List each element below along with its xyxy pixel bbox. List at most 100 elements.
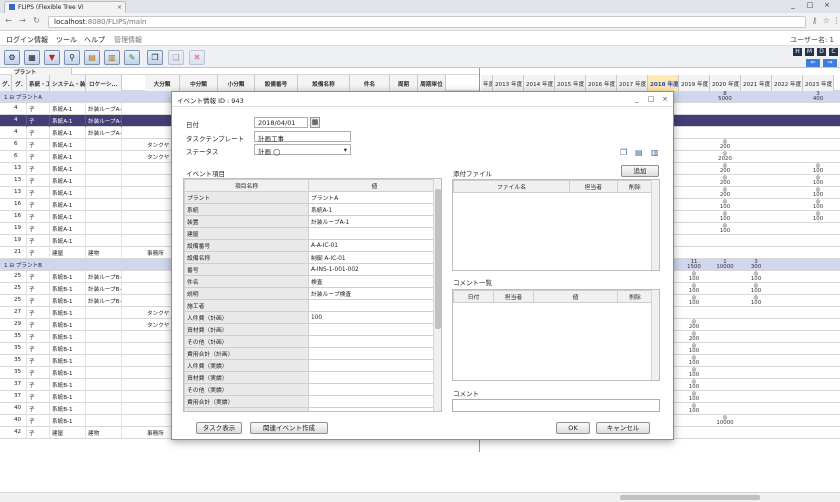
dialog-maximize-icon[interactable]: □ <box>646 95 656 103</box>
event-item-value[interactable] <box>308 407 441 411</box>
year-value[interactable]: 1 10000 <box>710 259 740 270</box>
comments-scrollbar[interactable] <box>651 290 659 380</box>
year-value[interactable]: ◎ 100 <box>741 295 771 306</box>
menu-login[interactable]: ログイン情報 <box>6 35 48 45</box>
event-item-row[interactable]: 番号 A-INS-1-001-002 <box>184 263 441 276</box>
event-item-row[interactable]: 装置 計装ループA-1 <box>184 215 441 228</box>
event-item-value[interactable]: A-INS-1-001-002 <box>308 263 441 276</box>
add-file-button[interactable]: 追加 <box>621 165 659 177</box>
year-value[interactable]: ◎ 200 <box>710 139 740 150</box>
dialog-minimize-icon[interactable]: _ <box>632 95 642 103</box>
event-item-value[interactable] <box>308 371 441 384</box>
horizontal-scroll-thumb[interactable] <box>620 495 760 500</box>
year-value[interactable]: ◎ 100 <box>710 223 740 234</box>
scroll-right-button[interactable]: ⇒ <box>823 59 837 67</box>
grid-icon[interactable]: ▤ <box>84 50 100 65</box>
year-value[interactable]: ◎ 200 <box>710 163 740 174</box>
year-value[interactable]: ◎ 100 <box>803 175 833 186</box>
copy-icon[interactable]: ❏ <box>168 50 184 65</box>
horizontal-scrollbar[interactable] <box>0 492 840 502</box>
close-window-icon[interactable]: × <box>822 1 832 10</box>
year-header[interactable]: 2023 年度 <box>803 75 834 91</box>
column-header[interactable]: グ. <box>0 75 12 91</box>
year-header[interactable]: 2020 年度 <box>710 75 741 91</box>
event-item-value[interactable] <box>308 335 441 348</box>
key-icon[interactable]: ⚷ <box>809 15 820 26</box>
column-header[interactable]: グ. <box>12 75 27 91</box>
year-value[interactable]: ◎ 100 <box>710 211 740 222</box>
event-item-row[interactable]: 資材費（計画） <box>184 323 441 336</box>
column-header[interactable]: 周期 <box>390 75 418 91</box>
year-header[interactable]: 2013 年度 <box>493 75 524 91</box>
year-value[interactable]: ◎ 2020 <box>710 151 740 162</box>
delete-icon[interactable]: ✖ <box>189 50 205 65</box>
browser-tab[interactable]: FLIPS (Flexible Tree Vi × <box>4 1 126 13</box>
year-header[interactable]: 2019 年度 <box>679 75 710 91</box>
year-value[interactable]: ◎ 200 <box>679 319 709 330</box>
event-item-row[interactable]: 設備名称 制御 A-IC-01 <box>184 251 441 264</box>
event-item-value[interactable]: 検査 <box>308 275 441 288</box>
back-icon[interactable]: ← <box>3 15 14 26</box>
year-value[interactable]: ◎ 100 <box>679 343 709 354</box>
event-item-row[interactable]: 系統 系統A-1 <box>184 203 441 216</box>
event-item-row[interactable]: その他（計画） <box>184 335 441 348</box>
edit-icon[interactable]: ✎ <box>124 50 140 65</box>
column-header[interactable]: ロケーシ... <box>86 75 122 91</box>
year-value[interactable]: ◎ 100 <box>803 211 833 222</box>
event-item-value[interactable] <box>308 299 441 312</box>
year-header[interactable]: 2015 年度 <box>555 75 586 91</box>
search-icon[interactable]: ⚲ <box>64 50 80 65</box>
date-input[interactable]: 2018/04/01 <box>254 117 308 128</box>
calendar-icon[interactable]: ▦ <box>310 117 320 128</box>
attach-scrollbar[interactable] <box>651 180 659 270</box>
close-tab-icon[interactable]: × <box>117 4 122 11</box>
task-view-button[interactable]: タスク表示 <box>196 422 242 434</box>
event-item-value[interactable]: 制御 A-IC-01 <box>308 251 441 264</box>
event-item-value[interactable] <box>308 395 441 408</box>
tree-icon[interactable]: ⚙ <box>4 50 20 65</box>
year-header[interactable]: 2021 年度 <box>741 75 772 91</box>
event-item-value[interactable]: 計装ループA-1 <box>308 215 441 228</box>
column-header[interactable]: 設備番号 <box>255 75 298 91</box>
event-item-row[interactable]: 人件費（実績） <box>184 359 441 372</box>
event-item-value[interactable] <box>308 359 441 372</box>
page-icon[interactable]: ❐ <box>620 148 627 157</box>
day-button[interactable]: D <box>817 48 826 56</box>
column-header[interactable]: 中分類 <box>180 75 218 91</box>
year-header[interactable]: 2018 年度 <box>648 75 679 91</box>
url-input[interactable]: localhost:8080/FLIPS/main <box>48 16 806 28</box>
column-header[interactable]: 系統・工程 <box>27 75 50 91</box>
event-item-row[interactable]: 施工者 <box>184 299 441 312</box>
event-item-row[interactable]: 資材費（実績） <box>184 371 441 384</box>
year-value[interactable]: ◎ 100 <box>679 283 709 294</box>
event-item-row[interactable]: 費用合計（実績） <box>184 395 441 408</box>
event-item-row[interactable]: 人件費（計画） 100 <box>184 311 441 324</box>
ok-button[interactable]: OK <box>556 422 590 434</box>
clipboard-icon[interactable]: ▤ <box>635 148 643 157</box>
year-value[interactable]: 8 5000 <box>710 91 740 102</box>
document-icon[interactable]: ▥ <box>651 148 659 157</box>
column-header[interactable]: 大分類 <box>145 75 180 91</box>
year-value[interactable]: ◎ 100 <box>679 379 709 390</box>
year-value[interactable]: ◎ 100 <box>741 271 771 282</box>
event-item-value[interactable]: 系統A-1 <box>308 203 441 216</box>
event-item-value[interactable] <box>308 323 441 336</box>
year-header[interactable]: 2022 年度 <box>772 75 803 91</box>
hour-button[interactable]: H <box>793 48 802 56</box>
event-item-row[interactable]: 保全重要度 <box>184 407 441 411</box>
forward-icon[interactable]: → <box>17 15 28 26</box>
year-header[interactable]: 2016 年度 <box>586 75 617 91</box>
year-value[interactable]: ◎ 10000 <box>710 415 740 426</box>
year-value[interactable]: 3 400 <box>803 91 833 102</box>
column-header[interactable]: 周期単位 <box>418 75 446 91</box>
year-value[interactable]: ◎ 100 <box>679 403 709 414</box>
year-value[interactable]: ◎ 100 <box>741 283 771 294</box>
window-icon[interactable]: ❐ <box>147 50 163 65</box>
create-related-event-button[interactable]: 関連イベント作成 <box>250 422 328 434</box>
browser-menu-icon[interactable]: ⋮ <box>831 15 840 26</box>
menu-help[interactable]: ヘルプ <box>84 35 105 45</box>
year-header[interactable]: 年度 <box>481 75 493 91</box>
cancel-button[interactable]: キャンセル <box>596 422 650 434</box>
menu-admin[interactable]: 管理情報 <box>114 35 142 45</box>
status-select[interactable]: 計画 ◯ ▾ <box>254 144 351 156</box>
